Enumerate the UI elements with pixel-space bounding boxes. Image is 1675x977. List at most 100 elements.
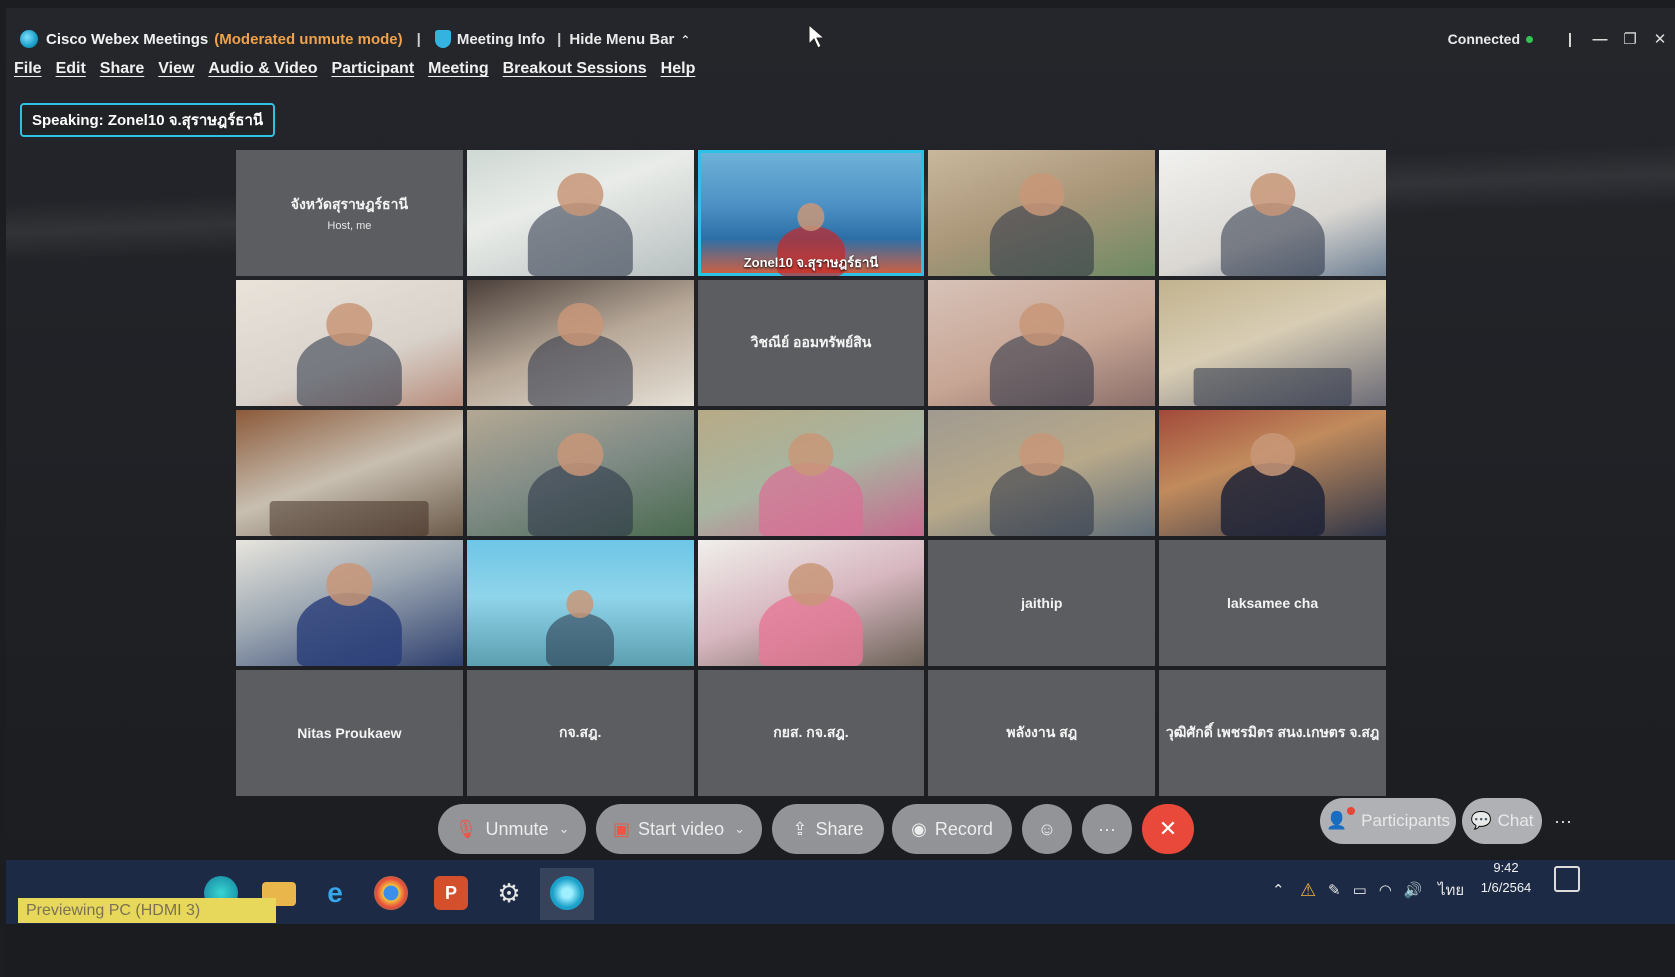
participant-video-tile[interactable] — [697, 410, 925, 536]
reactions-button[interactable]: ☺ — [1022, 804, 1072, 854]
chevron-up-icon: ⌃ — [680, 32, 691, 47]
video-person — [1193, 368, 1352, 406]
panel-more-button[interactable]: ··· — [1546, 798, 1580, 844]
close-icon[interactable]: ✕ — [1645, 30, 1675, 48]
active-speaker-badge: Speaking: Zonel10 จ.สุราษฎร์ธานี — [20, 103, 276, 137]
participant-video-tile[interactable] — [1159, 150, 1386, 276]
active-speaker-video-tile[interactable]: Zonel10 จ.สุราษฎร์ธานี — [697, 150, 925, 276]
participant-tile[interactable]: กจ.สฎ. — [466, 670, 694, 796]
participant-video-tile[interactable] — [928, 150, 1156, 276]
participant-video-tile[interactable] — [466, 540, 694, 666]
participant-video-tile[interactable] — [466, 150, 694, 276]
connection-status: Connected — [1447, 31, 1520, 47]
participant-tile[interactable]: พลังงาน สฎ — [928, 670, 1156, 796]
participant-name: jaithip — [1021, 595, 1063, 611]
video-head — [1249, 172, 1296, 216]
share-button[interactable]: ⇪ Share — [772, 804, 884, 854]
participant-tile[interactable]: กยส. กจ.สฎ. — [697, 670, 925, 796]
webex-taskbar-icon[interactable] — [550, 876, 584, 910]
chevron-down-icon[interactable]: ⌄ — [558, 821, 569, 837]
title-bar: Cisco Webex Meetings (Moderated unmute m… — [6, 22, 1675, 56]
participant-video-tile[interactable] — [236, 540, 463, 666]
wifi-icon[interactable]: ◠ — [1379, 881, 1392, 899]
volume-icon[interactable]: 🔊 — [1404, 881, 1423, 899]
participant-tile[interactable]: laksamee cha — [1159, 540, 1386, 666]
participant-video-tile[interactable] — [466, 410, 694, 536]
participant-video-tile[interactable] — [1159, 410, 1386, 536]
chrome-icon[interactable] — [374, 876, 408, 910]
video-head — [1019, 172, 1065, 216]
participant-tile[interactable]: Nitas Proukaew — [236, 670, 463, 796]
participants-label: Participants — [1361, 811, 1450, 830]
minimize-icon[interactable]: — — [1585, 31, 1615, 48]
menu-breakout-sessions[interactable]: Breakout Sessions — [503, 60, 647, 78]
menu-audio-video[interactable]: Audio & Video — [208, 60, 317, 78]
menu-file[interactable]: File — [14, 60, 42, 78]
start-video-button[interactable]: ▣ Start video ⌄ — [596, 804, 762, 854]
participant-video-tile[interactable] — [928, 410, 1156, 536]
connected-dot-icon — [1526, 35, 1533, 43]
participant-tile[interactable]: วิชณีย์ ออมทรัพย์สิน — [697, 280, 925, 406]
host-label: Host, me — [327, 220, 372, 232]
menu-share[interactable]: Share — [100, 60, 144, 78]
participant-tile[interactable]: jaithip — [928, 540, 1156, 666]
participant-name: laksamee cha — [1227, 595, 1319, 611]
smiley-icon: ☺ — [1037, 818, 1057, 839]
participant-video-tile[interactable] — [1159, 280, 1386, 406]
more-options-button[interactable]: ··· — [1082, 804, 1132, 854]
system-clock[interactable]: 9:42 1/6/2564 — [1476, 858, 1536, 898]
chat-bubble-icon: 💬 — [1470, 811, 1492, 830]
input-preview-label: Previewing PC (HDMI 3) — [18, 898, 276, 923]
video-caption: Zonel10 จ.สุราษฎร์ธานี — [743, 255, 879, 270]
microphone-muted-icon: 🎙 — [454, 818, 478, 839]
participant-video-tile[interactable] — [236, 410, 463, 536]
video-head — [788, 562, 834, 606]
video-head — [797, 202, 825, 231]
participant-tile[interactable]: จังหวัดสุราษฎร์ธานี Host, me — [236, 150, 463, 276]
meeting-info-button[interactable]: Meeting Info — [457, 31, 545, 48]
menu-view[interactable]: View — [158, 60, 194, 78]
language-indicator[interactable]: ไทย — [1438, 870, 1464, 910]
warning-icon[interactable]: ⚠ — [1300, 870, 1316, 910]
participant-video-tile[interactable] — [466, 280, 694, 406]
unmute-button[interactable]: 🎙 Unmute ⌄ — [438, 804, 586, 854]
video-head — [566, 590, 594, 619]
clock-date: 1/6/2564 — [1480, 880, 1532, 895]
video-head — [1249, 432, 1296, 476]
powerpoint-icon[interactable]: P — [434, 876, 468, 910]
video-head — [557, 302, 603, 346]
settings-gear-icon[interactable]: ⚙ — [492, 876, 526, 910]
ellipsis-icon: ··· — [1098, 818, 1116, 839]
restore-icon[interactable]: ❐ — [1615, 30, 1645, 48]
chevron-up-icon[interactable]: ⌃ — [1272, 870, 1285, 910]
internet-explorer-icon[interactable]: e — [318, 876, 352, 910]
menu-edit[interactable]: Edit — [56, 60, 86, 78]
battery-icon[interactable]: ▭ — [1353, 881, 1367, 899]
menu-participant[interactable]: Participant — [331, 60, 414, 78]
camera-off-icon: ▣ — [613, 818, 631, 839]
participant-name: จังหวัดสุราษฎร์ธานี — [290, 196, 409, 212]
participant-video-tile[interactable] — [697, 540, 925, 666]
chevron-down-icon[interactable]: ⌄ — [734, 821, 745, 837]
participant-grid: จังหวัดสุราษฎร์ธานี Host, me Zonel10 จ.ส… — [236, 150, 1386, 796]
chat-panel-button[interactable]: 💬 Chat — [1462, 798, 1542, 844]
monitor-screen: Cisco Webex Meetings (Moderated unmute m… — [6, 8, 1675, 977]
record-icon: ◉ — [911, 818, 927, 839]
video-head — [1019, 432, 1065, 476]
moderated-mode-label: (Moderated unmute mode) — [214, 30, 403, 48]
participant-video-tile[interactable] — [236, 280, 463, 406]
share-icon: ⇪ — [792, 818, 808, 839]
action-center-icon[interactable] — [1554, 866, 1580, 892]
pen-icon[interactable]: ✎ — [1328, 881, 1341, 899]
divider-icon: | — [1567, 30, 1573, 48]
participant-tile[interactable]: วุฒิศักดิ์ เพชรมิตร สนง.เกษตร จ.สฎ — [1159, 670, 1386, 796]
participants-panel-button[interactable]: 👤 Participants — [1320, 798, 1456, 844]
leave-meeting-button[interactable]: ✕ — [1142, 804, 1194, 854]
ellipsis-icon: ··· — [1554, 810, 1572, 831]
menu-help[interactable]: Help — [661, 60, 696, 78]
hide-menu-bar-button[interactable]: Hide Menu Bar ⌃ — [569, 31, 690, 48]
record-button[interactable]: ◉ Record — [892, 804, 1012, 854]
participant-video-tile[interactable] — [928, 280, 1156, 406]
menu-meeting[interactable]: Meeting — [428, 60, 488, 78]
participant-name: กจ.สฎ. — [558, 724, 602, 740]
